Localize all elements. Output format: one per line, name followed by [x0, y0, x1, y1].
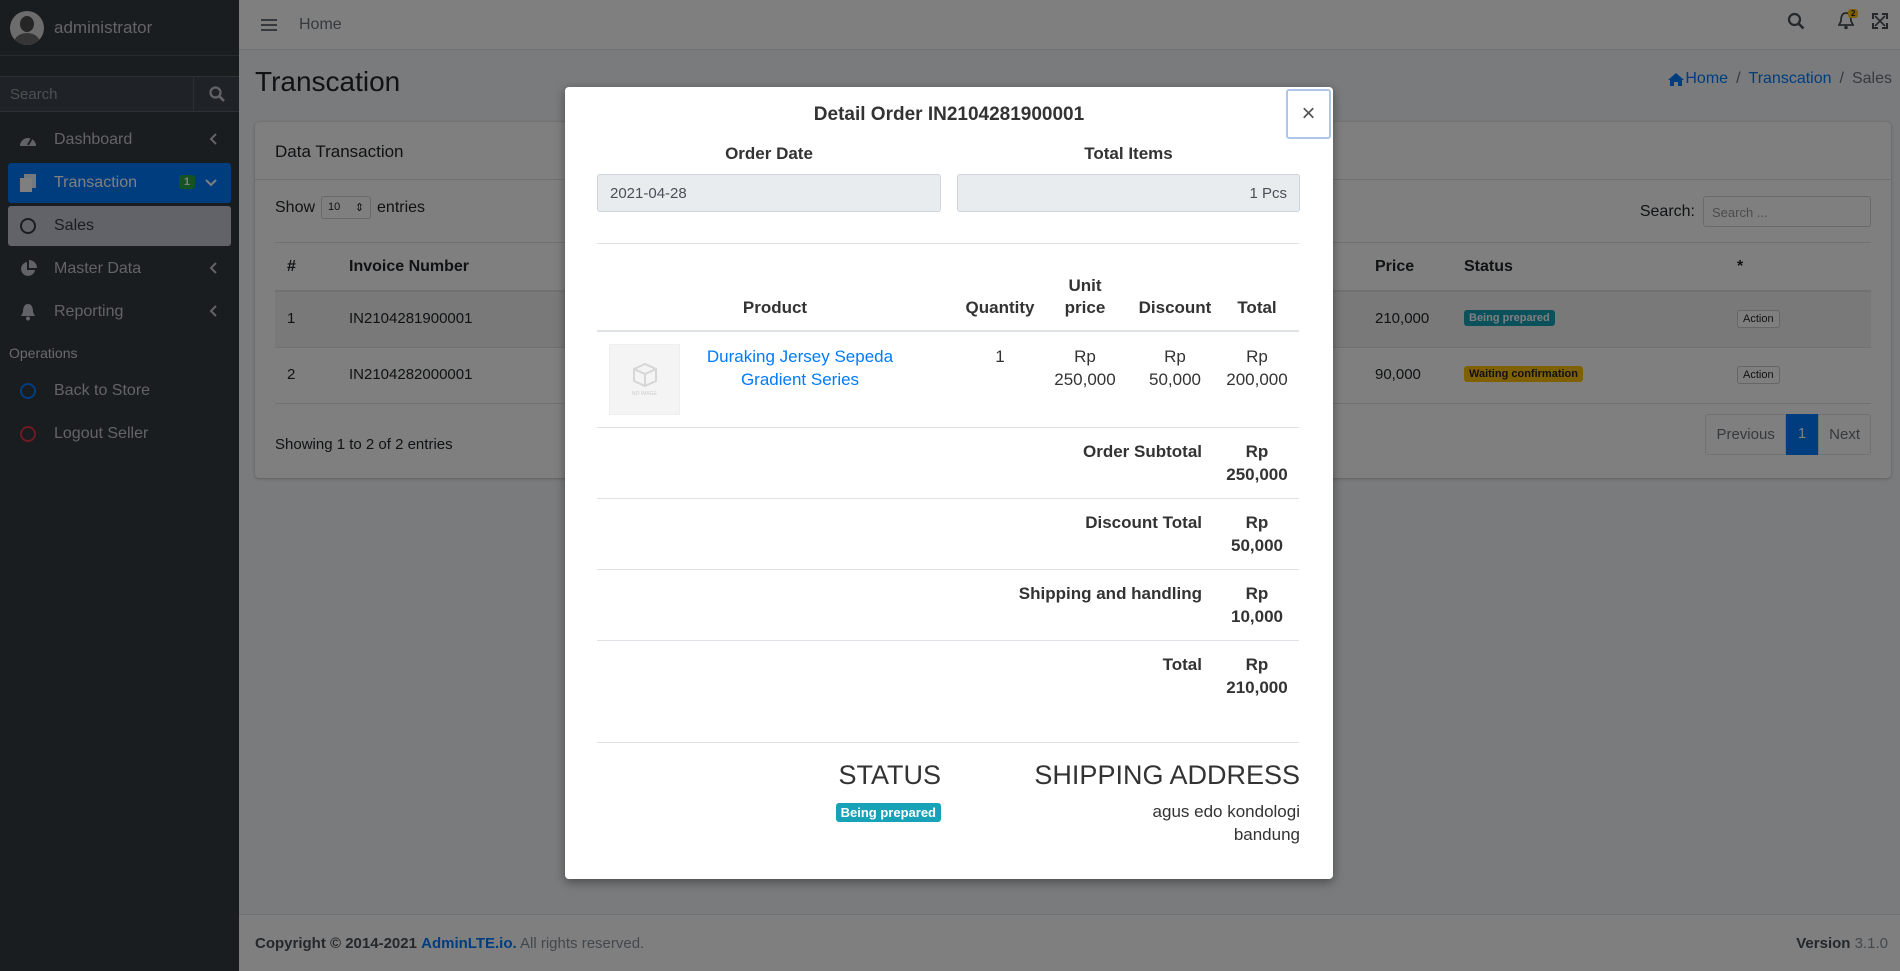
shipping-address: agus edo kondologi bandung	[1153, 800, 1300, 846]
item-quantity: 1	[995, 347, 1005, 366]
col-quantity: Quantity	[965, 298, 1035, 317]
item-discount-amount: 50,000	[1149, 370, 1201, 389]
address-line2: bandung	[1233, 825, 1300, 844]
subtotal-amount: 250,000	[1226, 465, 1288, 484]
divider	[597, 742, 1299, 743]
divider	[597, 569, 1299, 570]
shipping-amount: 10,000	[1231, 607, 1283, 626]
col-unit-price-line2: price	[1064, 298, 1106, 317]
grand-total-value: Rp 210,000	[1222, 653, 1292, 699]
modal-title: Detail Order IN2104281900001	[813, 104, 1085, 125]
divider	[597, 427, 1299, 428]
order-date-label: Order Date	[725, 144, 813, 163]
grand-total-amount: 210,000	[1226, 678, 1288, 697]
product-link[interactable]: Duraking Jersey Sepeda Gradient Series	[690, 345, 910, 391]
discount-total-currency: Rp	[1245, 513, 1269, 532]
status-heading: STATUS	[838, 760, 941, 790]
discount-total-value: Rp 50,000	[1222, 511, 1292, 557]
shipping-address-heading: SHIPPING ADDRESS	[1034, 760, 1300, 790]
item-total-currency: Rp	[1246, 347, 1268, 366]
total-items-field[interactable]: 1 Pcs	[957, 174, 1300, 212]
divider	[597, 498, 1299, 499]
product-name-line1: Duraking Jersey Sepeda	[706, 347, 894, 366]
col-unit-price-line1: Unit	[1068, 276, 1102, 295]
grand-total-label: Total	[1162, 655, 1202, 674]
shipping-label: Shipping and handling	[1018, 584, 1202, 603]
subtotal-currency: Rp	[1245, 442, 1269, 461]
total-items-label: Total Items	[1084, 144, 1173, 163]
subtotal-value: Rp 250,000	[1222, 440, 1292, 486]
discount-total-amount: 50,000	[1231, 536, 1283, 555]
divider	[597, 243, 1299, 244]
subtotal-label: Order Subtotal	[1082, 442, 1202, 461]
item-unit-price-currency: Rp	[1074, 347, 1096, 366]
discount-total-label: Discount Total	[1085, 513, 1202, 532]
product-name-line2: Gradient Series	[740, 370, 860, 389]
box-icon	[632, 362, 657, 388]
order-date-field[interactable]: 2021-04-28	[597, 174, 941, 212]
item-total-amount: 200,000	[1226, 370, 1288, 389]
divider	[597, 330, 1299, 332]
item-discount-currency: Rp	[1164, 347, 1186, 366]
item-unit-price-amount: 250,000	[1054, 370, 1116, 389]
order-status-badge: Being prepared	[835, 803, 941, 822]
col-product: Product	[742, 298, 808, 317]
address-line1: agus edo kondologi	[1152, 802, 1300, 821]
divider	[597, 640, 1299, 641]
item-discount: Rp 50,000	[1125, 345, 1225, 391]
no-image-text: NO IMAGE	[631, 391, 657, 397]
col-discount: Discount	[1138, 298, 1212, 317]
product-image: NO IMAGE	[609, 344, 680, 415]
col-total: Total	[1237, 298, 1277, 317]
grand-total-currency: Rp	[1245, 655, 1269, 674]
item-unit-price: Rp 250,000	[1045, 345, 1125, 391]
shipping-currency: Rp	[1245, 584, 1269, 603]
item-total: Rp 200,000	[1222, 345, 1292, 391]
order-detail-modal: × Detail Order IN2104281900001 Order Dat…	[565, 87, 1333, 879]
shipping-value: Rp 10,000	[1222, 582, 1292, 628]
